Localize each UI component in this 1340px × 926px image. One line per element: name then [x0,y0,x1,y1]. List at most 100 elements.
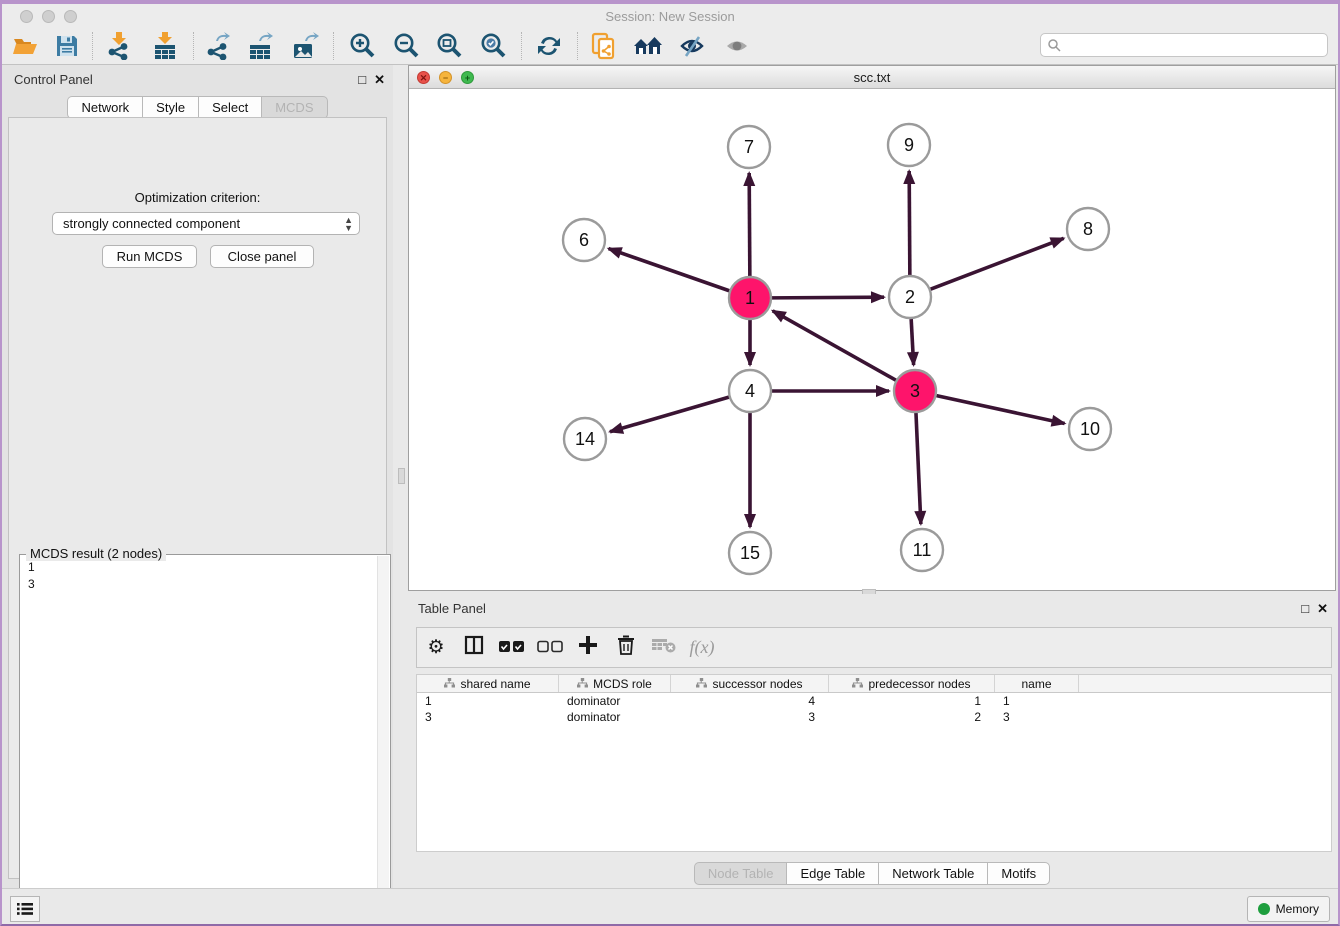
search-icon [1047,38,1061,52]
open-session-icon[interactable] [8,31,42,61]
column-header-predecessor-nodes[interactable]: predecessor nodes [829,675,995,692]
column-layout-icon[interactable] [455,635,493,661]
table-cell[interactable]: 1 [995,693,1079,709]
control-panel: Control Panel □ ✕ NetworkStyleSelectMCDS… [2,65,393,888]
clone-network-icon[interactable] [587,31,621,61]
run-mcds-button[interactable]: Run MCDS [102,245,197,268]
search-field[interactable] [1040,33,1328,57]
graph-node-10[interactable]: 10 [1069,408,1111,450]
graph-node-9[interactable]: 9 [888,124,930,166]
table-tabs: Node TableEdge TableNetwork TableMotifs [408,862,1336,885]
table-cell[interactable]: 2 [829,709,995,725]
close-panel-icon[interactable]: ✕ [1317,601,1328,617]
graph-node-14[interactable]: 14 [564,418,606,460]
zoom-fit-icon[interactable] [432,31,466,61]
graph-edge-2-9[interactable] [909,171,910,275]
network-window-titlebar[interactable]: ✕ − + scc.txt [409,66,1335,89]
tab-mcds[interactable]: MCDS [261,96,327,119]
result-scrollbar[interactable] [377,556,389,923]
memory-status-icon [1258,903,1270,915]
deselect-all-rows-icon[interactable] [531,637,569,659]
close-panel-icon[interactable]: ✕ [374,72,385,88]
graph-node-11[interactable]: 11 [901,529,943,571]
add-column-icon[interactable] [569,635,607,661]
tab-network[interactable]: Network [67,96,142,119]
table-cell[interactable]: 3 [417,709,559,725]
tab-node-table[interactable]: Node Table [694,862,787,885]
panel-splitter-grip[interactable] [398,468,405,484]
graph-edge-3-1[interactable] [773,311,896,380]
table-cell[interactable]: 4 [671,693,829,709]
export-image-icon[interactable] [288,31,322,61]
import-table-icon[interactable] [148,31,182,61]
toolbar-separator [193,32,194,60]
svg-text:1: 1 [745,288,755,308]
zoom-selected-icon[interactable] [476,31,510,61]
table-cell[interactable]: dominator [559,693,671,709]
graph-node-8[interactable]: 8 [1067,208,1109,250]
mcds-result-text[interactable]: 1 3 [22,559,376,922]
show-panel-icon[interactable] [720,31,754,61]
memory-button[interactable]: Memory [1247,896,1330,922]
export-table-icon[interactable] [244,31,278,61]
select-all-rows-icon[interactable] [493,637,531,659]
graph-node-2[interactable]: 2 [889,276,931,318]
optimization-criterion-label: Optimization criterion: [9,190,386,205]
task-history-button[interactable] [10,896,40,922]
graph-node-7[interactable]: 7 [728,126,770,168]
save-session-icon[interactable] [50,31,84,61]
table-settings-icon[interactable]: ⚙ [417,636,455,659]
export-network-icon[interactable] [201,31,235,61]
float-window-icon[interactable]: □ [358,72,366,88]
zoom-out-icon[interactable] [389,31,423,61]
table-panel-title: Table Panel [418,601,486,616]
home-layout-icon[interactable] [631,31,665,61]
table-row[interactable]: 1dominator411 [417,693,1331,709]
close-panel-button[interactable]: Close panel [210,245,314,268]
tab-motifs[interactable]: Motifs [987,862,1050,885]
graph-edge-1-2[interactable] [772,297,884,298]
criterion-dropdown[interactable]: strongly connected component ▲▼ [52,212,360,235]
control-panel-title: Control Panel [14,72,93,87]
tree-hierarchy-icon [577,677,588,691]
svg-text:3: 3 [910,381,920,401]
table-cell[interactable]: 3 [671,709,829,725]
table-cell[interactable]: dominator [559,709,671,725]
graph-node-3[interactable]: 3 [894,370,936,412]
search-input[interactable] [1061,38,1327,52]
graph-node-1[interactable]: 1 [729,277,771,319]
zoom-in-icon[interactable] [345,31,379,61]
graph-node-4[interactable]: 4 [729,370,771,412]
delete-column-icon[interactable] [607,635,645,661]
toolbar-separator [577,32,578,60]
graph-node-15[interactable]: 15 [729,532,771,574]
column-header-shared-name[interactable]: shared name [417,675,559,692]
toolbar-separator [92,32,93,60]
tab-select[interactable]: Select [198,96,261,119]
graph-edge-2-8[interactable] [931,238,1064,289]
hide-panel-icon[interactable] [675,31,709,61]
column-header-name[interactable]: name [995,675,1079,692]
graph-edge-4-14[interactable] [610,397,729,432]
memory-label: Memory [1276,902,1319,916]
tab-edge-table[interactable]: Edge Table [786,862,878,885]
graph-edge-2-3[interactable] [911,319,913,365]
tab-style[interactable]: Style [142,96,198,119]
graph-edge-1-7[interactable] [749,173,750,276]
table-row[interactable]: 3dominator323 [417,709,1331,725]
graph-edge-1-6[interactable] [609,249,730,291]
column-header-MCDS-role[interactable]: MCDS role [559,675,671,692]
import-network-icon[interactable] [101,31,135,61]
graph-edge-3-11[interactable] [916,413,921,524]
table-cell[interactable]: 1 [829,693,995,709]
column-header-successor-nodes[interactable]: successor nodes [671,675,829,692]
table-cell[interactable]: 3 [995,709,1079,725]
graph-node-6[interactable]: 6 [563,219,605,261]
tab-network-table[interactable]: Network Table [878,862,987,885]
float-window-icon[interactable]: □ [1301,601,1309,617]
network-canvas[interactable]: 1 2 3 4 6 7 8 9 10 11 14 15 [409,89,1335,590]
table-cell[interactable]: 1 [417,693,559,709]
graph-edge-3-10[interactable] [936,396,1064,424]
table-toolbar: ⚙ f(x) [416,627,1332,668]
refresh-view-icon[interactable] [532,31,566,61]
